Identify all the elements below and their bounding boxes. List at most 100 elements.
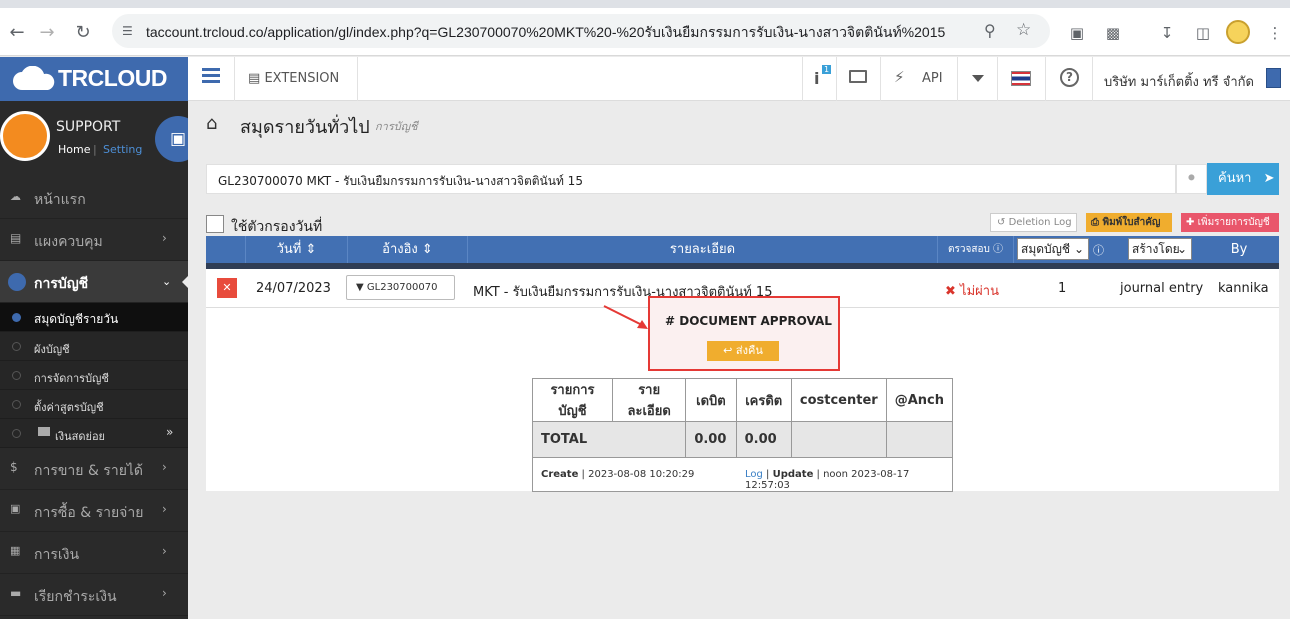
header-spacer xyxy=(1111,236,1117,263)
thai-flag-icon[interactable] xyxy=(1011,71,1031,86)
home-icon[interactable]: ⌂ xyxy=(206,113,217,134)
avatar[interactable] xyxy=(0,111,50,161)
update-label: Update xyxy=(772,469,814,480)
header-ref-label: อ้างอิง xyxy=(382,242,418,257)
double-chevron-icon: » xyxy=(166,425,174,439)
site-info-icon[interactable]: ☰ xyxy=(122,24,136,38)
sidepanel-icon[interactable]: ◫ xyxy=(1192,22,1214,44)
browser-toolbar: ← → ↻ ☰ taccount.trcloud.co/application/… xyxy=(0,8,1290,56)
print-voucher-label: พิมพ์ใบสำคัญ xyxy=(1102,217,1161,228)
extensions-puzzle-icon[interactable]: ▩ xyxy=(1102,22,1124,44)
profile-avatar[interactable] xyxy=(1226,20,1250,44)
address-bar[interactable]: ☰ taccount.trcloud.co/application/gl/ind… xyxy=(112,14,1050,48)
setting-link[interactable]: Setting xyxy=(103,143,142,156)
reference-button[interactable]: ▼ GL230700070 xyxy=(346,275,455,300)
col-costcenter: costcenter xyxy=(790,378,887,422)
header-spacer xyxy=(206,236,246,263)
return-button[interactable]: ↩ ส่งคืน xyxy=(707,341,779,361)
mail-icon[interactable] xyxy=(849,70,867,83)
total-label: TOTAL xyxy=(531,421,687,458)
download-icon[interactable]: ↧ xyxy=(1156,22,1178,44)
hamburger-menu-icon[interactable] xyxy=(202,68,220,71)
date-filter-checkbox[interactable] xyxy=(206,215,224,233)
extension-menu[interactable]: ▤ EXTENSION xyxy=(248,71,339,86)
sidebar-subitem-account-management[interactable]: การจัดการบัญชี xyxy=(0,361,188,390)
deletion-log-label: Deletion Log xyxy=(1008,217,1072,228)
trcloud-logo[interactable]: TRCLOUD xyxy=(0,57,188,101)
calendar-icon: ▦ xyxy=(10,544,21,557)
extension-chat-icon[interactable]: ▣ xyxy=(1066,22,1088,44)
zoom-icon[interactable]: ⚲ xyxy=(984,21,996,40)
header-date[interactable]: วันที่ ⇕ xyxy=(246,236,348,263)
add-entry-button[interactable]: ✚ เพิ่มรายการบัญชี xyxy=(1181,213,1279,232)
building-icon[interactable] xyxy=(1266,68,1281,88)
company-name[interactable]: บริษัท มาร์เก็ตติ้ง ทรี จำกัด xyxy=(1104,71,1254,92)
col-account: รายการบัญชี xyxy=(532,378,613,422)
status-badge[interactable]: ✖ ไม่ผ่าน xyxy=(945,280,999,301)
plus-icon: ✚ xyxy=(1186,217,1195,228)
book-select-value: สมุดบัญชี xyxy=(1021,242,1071,256)
chevron-down-icon: ⌄ xyxy=(162,275,172,288)
microphone-icon[interactable]: ⚫ xyxy=(1176,164,1207,194)
create-label: Create xyxy=(541,469,579,480)
deletion-log-button[interactable]: ↺ Deletion Log xyxy=(990,213,1077,232)
extension-label: EXTENSION xyxy=(264,71,340,86)
chevron-right-icon: › xyxy=(162,544,167,558)
accounting-book-icon xyxy=(8,273,26,291)
book-select[interactable]: สมุดบัญชี ⌄ xyxy=(1017,238,1089,260)
history-icon: ↺ xyxy=(997,217,1006,228)
sidebar-item-billing[interactable]: ▬ เรียกชำระเงิน › xyxy=(0,574,188,616)
home-link[interactable]: Home xyxy=(58,143,90,156)
sidebar-item-accounting[interactable]: การบัญชี ⌄ xyxy=(0,261,189,303)
bullet-icon xyxy=(12,313,21,322)
sidebar-item-label: แผงควบคุม xyxy=(34,234,103,250)
sidebar-item-label: หน้าแรก xyxy=(34,192,86,208)
creator-select-value: สร้างโดย xyxy=(1132,242,1180,256)
sidebar-subitem-petty-cash[interactable]: เงินสดย่อย » xyxy=(0,419,188,448)
bookmark-star-icon[interactable]: ☆ xyxy=(1016,20,1031,40)
back-icon[interactable]: ← xyxy=(6,22,28,44)
sidebar-subitem-formula-settings[interactable]: ตั้งค่าสูตรบัญชี xyxy=(0,390,188,419)
browser-menu-icon[interactable]: ⋮ xyxy=(1264,22,1286,44)
bullet-icon xyxy=(12,342,21,351)
table-header: วันที่ ⇕ อ้างอิง ⇕ รายละเอียด ตรวจสอบ ⓘ … xyxy=(206,236,1279,263)
bullet-icon xyxy=(12,429,21,438)
sidebar-item-dashboard[interactable]: ▤ แผงควบคุม › xyxy=(0,219,188,261)
api-link[interactable]: API xyxy=(922,71,943,86)
credit-card-icon: ▬ xyxy=(10,586,22,600)
delete-row-button[interactable]: ✕ xyxy=(217,278,237,298)
row-date: 24/07/2023 xyxy=(256,281,331,296)
creator-select[interactable]: สร้างโดย ⌄ xyxy=(1128,238,1192,260)
log-link[interactable]: Log xyxy=(745,469,763,480)
sidebar-item-finance[interactable]: ▦ การเงิน › xyxy=(0,532,188,574)
monitor-icon: ▤ xyxy=(248,71,261,86)
header-ref[interactable]: อ้างอิง ⇕ xyxy=(348,236,468,263)
document-approval-box: # DOCUMENT APPROVAL ↩ ส่งคืน xyxy=(648,296,840,371)
sidebar-item-purchases[interactable]: ▣ การซื้อ & รายจ่าย › xyxy=(0,490,188,532)
sidebar-item-home[interactable]: ☁ หน้าแรก xyxy=(0,177,188,219)
print-voucher-button[interactable]: ⎙ พิมพ์ใบสำคัญ xyxy=(1086,213,1172,232)
help-icon[interactable]: ? xyxy=(1060,68,1079,87)
bullet-icon xyxy=(12,400,21,409)
browser-tabstrip xyxy=(0,0,1290,8)
dropdown-caret-icon[interactable] xyxy=(972,75,984,82)
chevron-right-icon: › xyxy=(162,231,167,245)
reload-icon[interactable]: ↻ xyxy=(72,22,94,44)
total-costcenter xyxy=(790,421,887,458)
search-button[interactable]: ค้นหา ➤ xyxy=(1207,163,1279,195)
dollar-icon: $ xyxy=(10,460,18,474)
sidebar-subitem-journal[interactable]: สมุดบัญชีรายวัน xyxy=(0,303,188,332)
sidebar-item-sales[interactable]: $ การขาย & รายได้ › xyxy=(0,448,188,490)
row-top-border xyxy=(206,263,1279,269)
forward-icon[interactable]: → xyxy=(36,22,58,44)
add-entry-label: เพิ่มรายการบัญชี xyxy=(1197,217,1270,228)
search-input[interactable]: GL230700070 MKT - รับเงินยืมกรรมการรับเง… xyxy=(206,164,1176,194)
header-by: By xyxy=(1230,242,1248,257)
user-name: SUPPORT xyxy=(56,119,121,135)
info-icon[interactable]: i xyxy=(814,69,819,88)
arrow-circle-right-icon: ➤ xyxy=(1263,171,1275,186)
divider xyxy=(997,57,998,101)
id-card-icon xyxy=(38,427,50,436)
url-text[interactable]: taccount.trcloud.co/application/gl/index… xyxy=(146,22,946,44)
sidebar-subitem-chart-of-accounts[interactable]: ผังบัญชี xyxy=(0,332,188,361)
